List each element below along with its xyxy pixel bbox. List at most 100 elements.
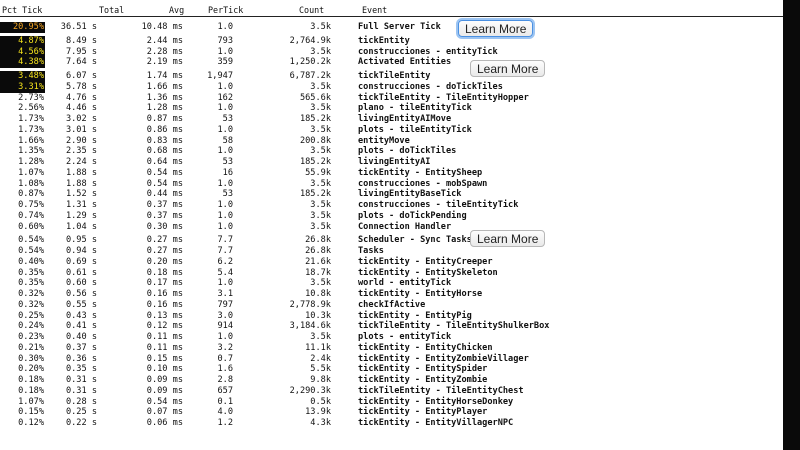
cell-count: 2,290.3k	[289, 385, 331, 396]
cell-pertick: 1.0	[217, 221, 233, 232]
cell-avg: 0.27 ms	[146, 235, 183, 246]
header-pertick[interactable]: PerTick	[208, 5, 243, 15]
cell-event: plots - doTickPending	[358, 210, 467, 221]
cell-event: checkIfActive	[358, 299, 426, 310]
cell-pertick: 1.0	[217, 146, 233, 157]
learn-more-button-full-server-tick[interactable]: Learn More	[458, 20, 534, 37]
cell-avg: 0.64 ms	[146, 157, 183, 167]
cell-pertick: 1.0	[217, 22, 233, 32]
cell-avg: 0.12 ms	[146, 321, 183, 332]
timings-table: 20.95% 36.51 s 10.48 ms 1.0 3.5k Full Server …	[0, 22, 783, 429]
cell-total: 0.94 s	[65, 246, 97, 256]
cell-event: Scheduler - Sync Tasks	[358, 235, 472, 246]
table-row: 1.07% 1.88 s 0.54 ms 16 55.9k tickEntity - En…	[0, 168, 783, 179]
cell-total: 0.22 s	[65, 418, 97, 428]
cell-pct: 20.95%	[0, 22, 45, 33]
cell-pertick: 914	[217, 321, 233, 332]
cell-event: tickEntity - EntityZombie	[358, 375, 488, 385]
cell-total: 3.01 s	[65, 124, 97, 135]
cell-pct: 3.48%	[0, 71, 45, 82]
cell-count: 55.9k	[305, 167, 331, 178]
header-avg[interactable]: Avg	[169, 5, 184, 15]
cell-pct: 0.35%	[18, 267, 44, 278]
cell-count: 3.5k	[310, 210, 331, 221]
learn-more-button-connection-handler[interactable]: Learn More	[470, 230, 546, 247]
cell-event: entityMove	[358, 135, 410, 146]
cell-total: 1.31 s	[65, 200, 97, 210]
cell-event: tickEntity	[358, 35, 410, 46]
header-event[interactable]: Event	[362, 5, 387, 15]
cell-avg: 0.15 ms	[146, 353, 183, 364]
cell-pct: 3.31%	[0, 81, 45, 93]
cell-pertick: 7.7	[217, 235, 233, 246]
cell-pct: 0.24%	[18, 321, 44, 332]
cell-event: tickEntity - EntityVillagerNPC	[358, 418, 514, 428]
cell-event: Activated Entities	[358, 57, 452, 68]
table-row: 4.56% 7.95 s 2.28 ms 1.0 3.5k construcciones …	[0, 46, 783, 58]
table-row: 20.95% 36.51 s 10.48 ms 1.0 3.5k Full Server …	[0, 22, 783, 33]
table-row: 0.24% 0.41 s 0.12 ms 914 3,184.6k tickTileEnt…	[0, 321, 783, 332]
cell-pertick: 0.7	[217, 353, 233, 364]
cell-avg: 0.30 ms	[146, 221, 183, 232]
cell-avg: 0.27 ms	[146, 246, 183, 256]
cell-pertick: 6.2	[217, 256, 233, 267]
cell-avg: 0.54 ms	[146, 396, 183, 407]
cell-avg: 0.37 ms	[146, 210, 183, 221]
cell-total: 1.88 s	[65, 178, 97, 189]
cell-pct: 0.40%	[18, 256, 44, 267]
table-row: 1.08% 1.88 s 0.54 ms 1.0 3.5k construcciones …	[0, 179, 783, 190]
cell-event: construcciones - tileEntityTick	[358, 200, 519, 210]
cell-avg: 0.07 ms	[146, 407, 183, 418]
cell-count: 3.5k	[310, 46, 331, 57]
table-row: 4.87% 8.49 s 2.44 ms 793 2,764.9k tickEntity	[0, 35, 783, 47]
table-row: 0.87% 1.52 s 0.44 ms 53 185.2k livingEntityBa…	[0, 189, 783, 200]
table-header: Pct Tick Total Avg PerTick Count Event	[0, 0, 783, 18]
cell-avg: 0.06 ms	[146, 418, 183, 428]
learn-more-button-activated-entities[interactable]: Learn More	[470, 60, 546, 77]
cell-total: 0.25 s	[65, 407, 97, 418]
table-row: 0.25% 0.43 s 0.13 ms 3.0 10.3k tickEntity - E…	[0, 311, 783, 322]
cell-pct: 1.07%	[18, 167, 44, 178]
cell-total: 0.36 s	[65, 353, 97, 364]
cell-pertick: 1.0	[217, 200, 233, 210]
cell-total: 1.04 s	[65, 221, 97, 232]
cell-count: 3.5k	[310, 22, 331, 32]
header-total[interactable]: Total	[99, 5, 124, 15]
table-row: 0.18% 0.31 s 0.09 ms 2.8 9.8k tickEntity - En…	[0, 375, 783, 386]
table-row: 0.35% 0.61 s 0.18 ms 5.4 18.7k tickEntity - E…	[0, 268, 783, 279]
cell-pct: 0.75%	[18, 200, 44, 210]
cell-pertick: 5.4	[217, 267, 233, 278]
cell-avg: 0.86 ms	[146, 124, 183, 135]
cell-pertick: 1.0	[217, 103, 233, 114]
cell-pertick: 3.0	[217, 310, 233, 321]
table-row: 0.21% 0.37 s 0.11 ms 3.2 11.1k tickEntity - E…	[0, 343, 783, 354]
cell-pct: 1.07%	[18, 396, 44, 407]
cell-pct: 0.32%	[18, 289, 44, 299]
cell-count: 26.8k	[305, 246, 331, 256]
cell-count: 3.5k	[310, 200, 331, 210]
cell-pertick: 58	[222, 135, 233, 146]
cell-avg: 0.17 ms	[146, 278, 183, 289]
table-row: 3.48% 6.07 s 1.74 ms 1,947 6,787.2k tickTileE…	[0, 71, 783, 82]
cell-total: 0.31 s	[65, 385, 97, 396]
cell-count: 565.6k	[299, 92, 331, 103]
cell-avg: 0.54 ms	[146, 178, 183, 189]
cell-pertick: 1.0	[217, 178, 233, 189]
cell-count: 3.5k	[310, 221, 331, 232]
cell-avg: 0.20 ms	[146, 256, 183, 267]
cell-pct: 4.56%	[0, 46, 45, 58]
cell-pct: 0.54%	[18, 235, 44, 246]
table-row: 1.28% 2.24 s 0.64 ms 53 185.2k livingEntityAI	[0, 157, 783, 168]
header-pct-tick[interactable]: Pct Tick	[2, 5, 42, 15]
table-row: 0.23% 0.40 s 0.11 ms 1.0 3.5k plots - entityT…	[0, 332, 783, 343]
cell-avg: 1.28 ms	[146, 103, 183, 114]
header-count[interactable]: Count	[299, 5, 324, 15]
cell-total: 2.24 s	[65, 157, 97, 167]
cell-pertick: 3.1	[217, 289, 233, 299]
cell-total: 0.95 s	[65, 235, 97, 246]
cell-avg: 1.36 ms	[146, 92, 183, 103]
cell-event: plots - tileEntityTick	[358, 124, 472, 135]
cell-pertick: 1.2	[217, 418, 233, 428]
cell-avg: 0.18 ms	[146, 267, 183, 278]
cell-event: construcciones - doTickTiles	[358, 81, 503, 92]
